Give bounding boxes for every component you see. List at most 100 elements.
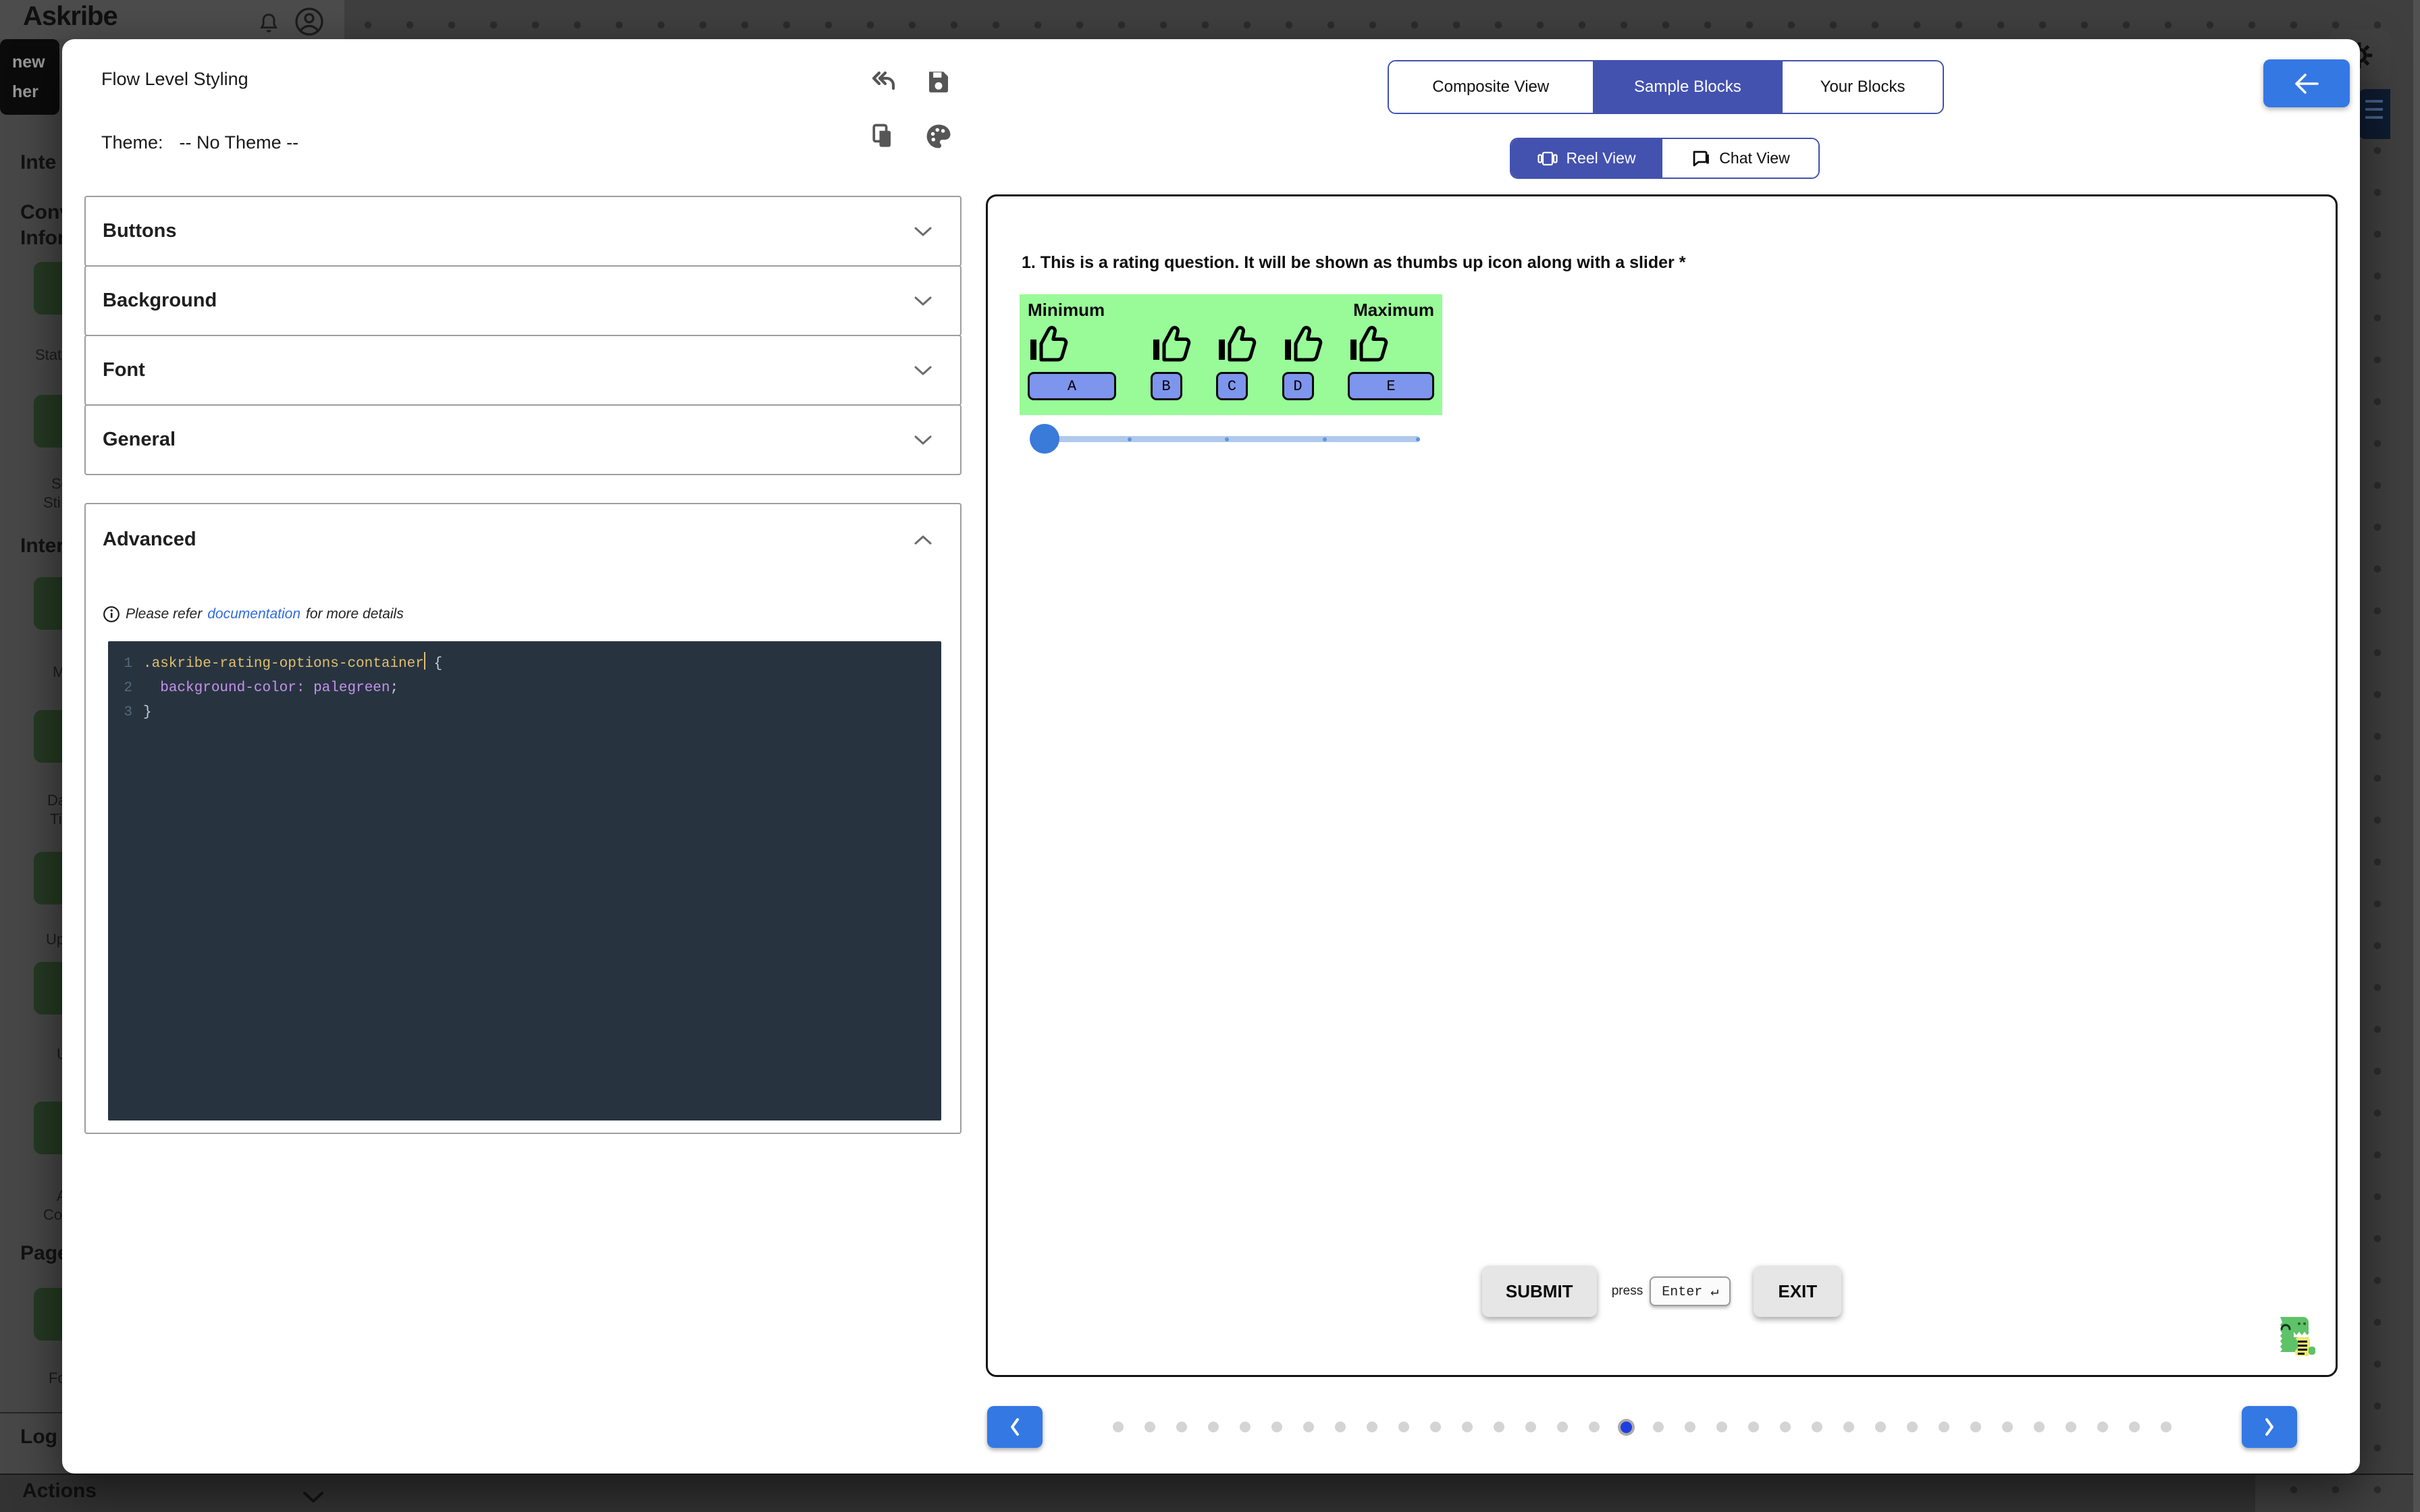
pagination-dot[interactable]	[1589, 1422, 1600, 1432]
pagination-dot[interactable]	[1970, 1422, 1981, 1432]
pagination-dot-active[interactable]	[1621, 1421, 1632, 1433]
palette-icon	[926, 124, 951, 148]
css-selector: .askribe-rating-options-container	[143, 656, 424, 672]
backdrop-heading: Page	[20, 1242, 69, 1264]
divider	[0, 1474, 2420, 1475]
notifications-bell-icon[interactable]	[251, 7, 286, 42]
reel-view-icon	[1537, 151, 1558, 165]
tab-composite-view[interactable]: Composite View	[1389, 61, 1593, 113]
pagination-next-button[interactable]	[2242, 1406, 2297, 1448]
chat-view-label: Chat View	[1719, 149, 1790, 167]
pagination-dot[interactable]	[2002, 1422, 2013, 1432]
backdrop-heading: Inter	[20, 535, 65, 557]
pagination-dot[interactable]	[1812, 1422, 1822, 1432]
pagination-dot[interactable]	[1653, 1422, 1664, 1432]
backdrop-note-box: new her	[0, 39, 59, 115]
pagination-dot[interactable]	[1145, 1422, 1155, 1432]
pagination-dot[interactable]	[1367, 1422, 1377, 1432]
thumbs-up-icon	[1030, 325, 1068, 362]
backdrop-heading: Inte	[20, 151, 57, 173]
pagination-dot[interactable]	[1716, 1422, 1727, 1432]
pagination-dot[interactable]	[1271, 1422, 1282, 1432]
rating-option-button[interactable]: B	[1150, 372, 1182, 400]
rating-option-button[interactable]: C	[1216, 372, 1248, 400]
pagination-dot[interactable]	[1843, 1422, 1854, 1432]
theme-palette-button[interactable]	[921, 119, 956, 154]
tab-sample-blocks[interactable]: Sample Blocks	[1592, 61, 1782, 113]
tab-reel-view[interactable]: Reel View	[1511, 139, 1663, 178]
pagination-dot[interactable]	[1939, 1422, 1949, 1432]
accordion-font[interactable]: Font	[84, 335, 962, 406]
rating-option-button[interactable]: D	[1282, 372, 1314, 400]
pagination-dot[interactable]	[1303, 1422, 1314, 1432]
pagination-dot[interactable]	[2034, 1422, 2045, 1432]
view-tabs: Composite View Sample Blocks Your Blocks	[1388, 60, 1944, 114]
css-value: palegreen	[313, 680, 390, 696]
back-button[interactable]	[2263, 59, 2350, 107]
pagination-dot[interactable]	[1462, 1422, 1473, 1432]
pagination-dot[interactable]	[1875, 1422, 1886, 1432]
pagination-dot[interactable]	[1748, 1422, 1759, 1432]
line-number: 3	[124, 705, 132, 720]
copy-icon	[872, 124, 891, 147]
documentation-note: Please refer documentation for more deta…	[103, 605, 404, 623]
tab-your-blocks[interactable]: Your Blocks	[1781, 61, 1943, 113]
rating-option: A	[1028, 323, 1116, 400]
backdrop-actions-label[interactable]: Actions	[22, 1480, 97, 1503]
pagination-dot[interactable]	[2129, 1422, 2140, 1432]
pagination-dot[interactable]	[1240, 1422, 1251, 1432]
chevron-right-icon	[2265, 1418, 2273, 1436]
slider-tick	[1416, 437, 1420, 441]
pagination-dots	[1043, 1421, 2242, 1433]
pagination-dot[interactable]	[1557, 1422, 1568, 1432]
thumbs-up-icon	[1219, 325, 1257, 362]
undo-button[interactable]	[866, 63, 901, 99]
pagination-dot[interactable]	[2066, 1422, 2076, 1432]
backdrop-heading: Infor	[20, 227, 65, 249]
theme-row: Theme: -- No Theme --	[101, 132, 298, 153]
canvas-list-button[interactable]	[2359, 89, 2390, 139]
rating-option-button[interactable]: A	[1028, 372, 1116, 400]
tab-chat-view[interactable]: Chat View	[1662, 139, 1818, 178]
pagination-prev-button[interactable]	[987, 1406, 1043, 1448]
exit-button[interactable]: EXIT	[1754, 1266, 1842, 1317]
copy-theme-button[interactable]	[866, 119, 901, 154]
pagination-dot[interactable]	[1685, 1422, 1695, 1432]
enter-key-hint: Enter ↵	[1650, 1276, 1731, 1306]
pagination-dot[interactable]	[1113, 1422, 1124, 1432]
profile-avatar-icon[interactable]	[292, 4, 327, 39]
pagination-dot[interactable]	[1907, 1422, 1918, 1432]
save-button[interactable]	[921, 65, 956, 100]
accordion-general[interactable]: General	[84, 404, 962, 475]
mode-toggle: Reel View Chat View	[1510, 138, 1820, 179]
submit-button[interactable]: SUBMIT	[1481, 1266, 1597, 1317]
css-code-editor[interactable]: 1 .askribe-rating-options-container { 2 …	[108, 641, 941, 1120]
accordion-advanced-header[interactable]: Advanced	[86, 504, 960, 575]
pagination-dot[interactable]	[1494, 1422, 1504, 1432]
accordion-buttons[interactable]: Buttons	[84, 196, 962, 267]
pagination-dot[interactable]	[2097, 1422, 2108, 1432]
pagination-dot[interactable]	[1176, 1422, 1187, 1432]
pagination-dot[interactable]	[1525, 1422, 1536, 1432]
chevron-down-icon	[914, 366, 932, 375]
scrollbar[interactable]	[2413, 0, 2420, 1512]
slider-tick	[1225, 437, 1229, 441]
theme-value[interactable]: -- No Theme --	[180, 132, 299, 153]
accordion-label: Font	[103, 359, 145, 381]
documentation-link[interactable]: documentation	[207, 606, 300, 622]
css-property: background-color	[160, 680, 296, 696]
accordion-label: Advanced	[103, 529, 196, 550]
arrow-left-icon	[2295, 73, 2319, 94]
rating-options-row: A B C D E	[1028, 323, 1434, 400]
rating-option-button[interactable]: E	[1348, 372, 1434, 400]
pagination-dot[interactable]	[1780, 1422, 1791, 1432]
pagination-dot[interactable]	[1335, 1422, 1346, 1432]
chevron-down-icon[interactable]	[296, 1480, 331, 1512]
pagination-dot[interactable]	[2161, 1422, 2172, 1432]
theme-label: Theme:	[101, 132, 163, 153]
accordion-background[interactable]: Background	[84, 265, 962, 336]
pagination-dot[interactable]	[1398, 1422, 1409, 1432]
pagination-dot[interactable]	[1208, 1422, 1219, 1432]
slider-thumb[interactable]	[1030, 424, 1059, 454]
pagination-dot[interactable]	[1430, 1422, 1441, 1432]
